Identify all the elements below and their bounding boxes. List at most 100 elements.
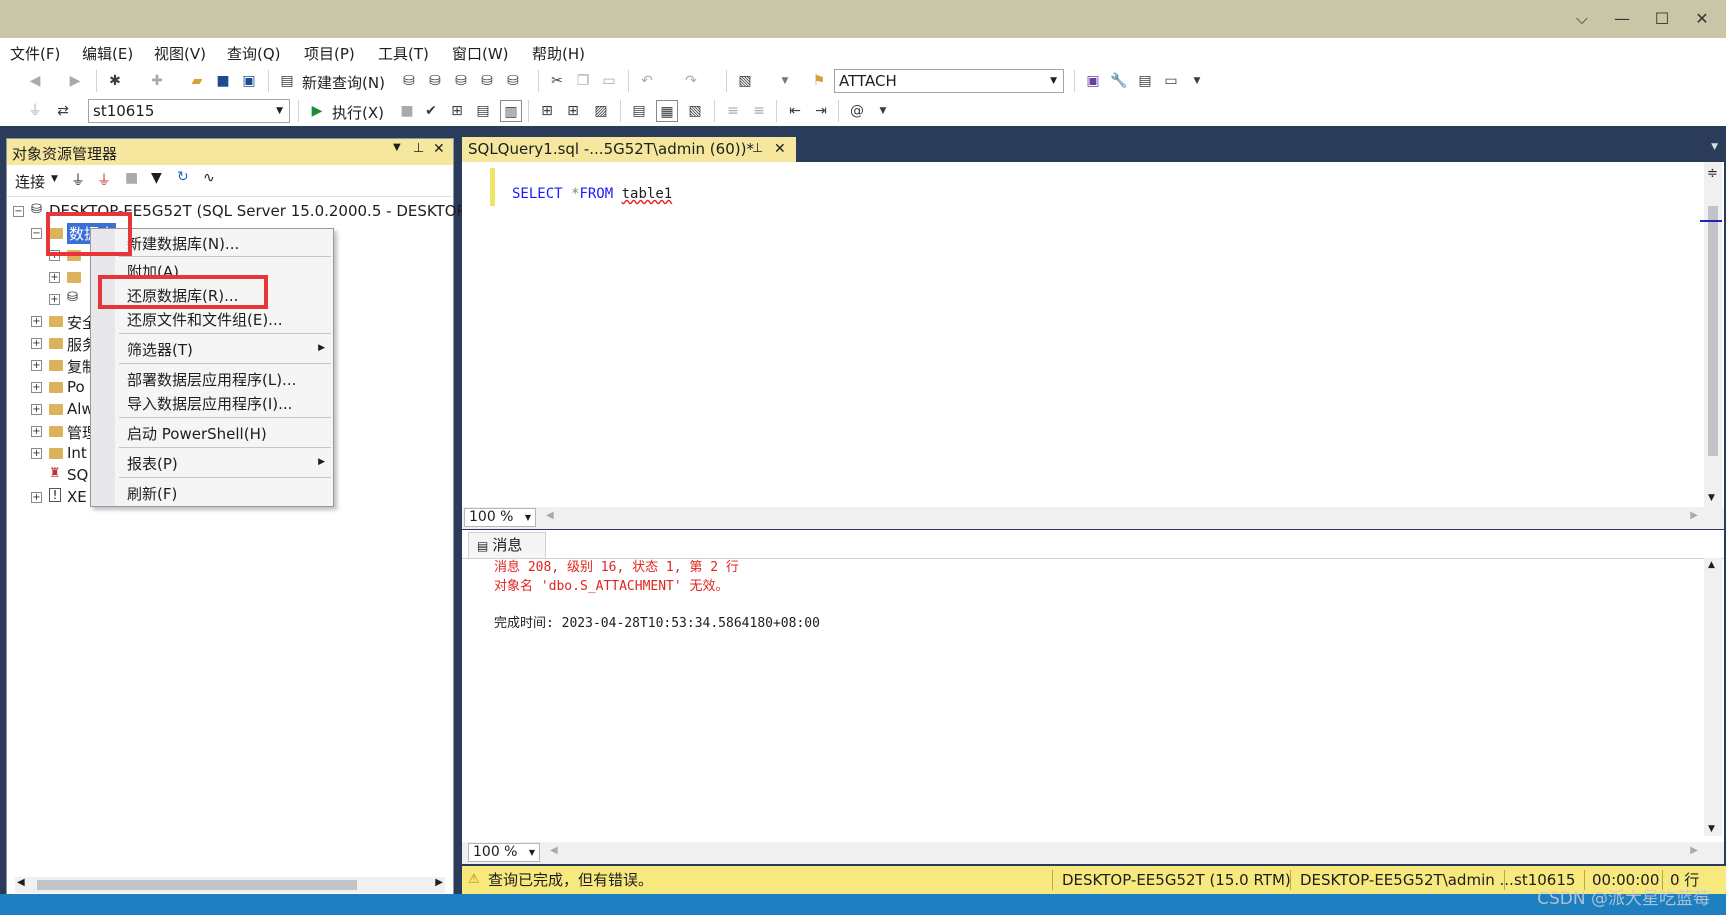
minimize-button[interactable]: —: [1604, 4, 1640, 34]
find-combo[interactable]: ATTACH ▼: [834, 69, 1064, 93]
command-window-icon[interactable]: ▭: [1160, 70, 1182, 92]
scroll-thumb[interactable]: [37, 880, 357, 890]
disconnect-icon[interactable]: ⏚: [97, 170, 111, 190]
maximize-button[interactable]: ☐: [1644, 4, 1680, 34]
menu-window[interactable]: 窗口(W): [452, 43, 509, 64]
scroll-left-icon[interactable]: ◀: [550, 845, 558, 856]
save-all-icon[interactable]: ▣: [238, 70, 260, 92]
editor-vertical-scrollbar[interactable]: ≑ ▼: [1700, 162, 1722, 507]
menu-help[interactable]: 帮助(H): [532, 43, 585, 64]
results-zoom-combo[interactable]: 100 % ▼: [468, 843, 540, 862]
menu-item-restore-files[interactable]: 还原文件和文件组(E)...: [127, 309, 283, 330]
dropdown-arrow-icon[interactable]: ▼: [1186, 70, 1208, 92]
database-combo[interactable]: st10615 ▼: [88, 99, 290, 123]
scroll-right-icon[interactable]: ▶: [1690, 845, 1698, 856]
change-connection-icon[interactable]: ⇄: [52, 100, 74, 122]
expand-icon[interactable]: +: [31, 382, 42, 393]
results-to-text-icon[interactable]: ▤: [628, 100, 650, 122]
menu-item-refresh[interactable]: 刷新(F): [127, 483, 177, 504]
dmx-query-icon[interactable]: ⛁: [450, 70, 472, 92]
execute-button[interactable]: 执行(X): [332, 102, 384, 123]
increase-indent-icon[interactable]: ⇥: [810, 100, 832, 122]
close-button[interactable]: ✕: [1684, 4, 1720, 34]
new-project-icon[interactable]: ✱: [104, 70, 126, 92]
split-icon[interactable]: ≑: [1707, 166, 1718, 181]
collapse-icon[interactable]: −: [13, 206, 24, 217]
wrench-icon[interactable]: 🔧: [1108, 70, 1130, 92]
expand-icon[interactable]: +: [49, 294, 60, 305]
paste-icon[interactable]: ▭: [598, 70, 620, 92]
visual-studio-icon[interactable]: ▣: [1082, 70, 1104, 92]
copy-icon[interactable]: ❐: [572, 70, 594, 92]
menu-tools[interactable]: 工具(T): [378, 43, 429, 64]
expand-icon[interactable]: +: [31, 448, 42, 459]
menu-item-powershell[interactable]: 启动 PowerShell(H): [127, 423, 267, 444]
scroll-right-icon[interactable]: ▶: [435, 877, 443, 888]
live-stats-icon[interactable]: ⊞: [562, 100, 584, 122]
connect-icon[interactable]: ⏚: [71, 170, 85, 190]
find-in-files-icon[interactable]: ⚑: [808, 70, 830, 92]
new-query-button[interactable]: 新建查询(N): [302, 72, 385, 93]
pin-icon[interactable]: ⊥: [752, 137, 763, 161]
scroll-left-icon[interactable]: ◀: [546, 510, 554, 521]
save-icon[interactable]: ■: [212, 70, 234, 92]
scroll-down-icon[interactable]: ▼: [1708, 824, 1715, 834]
results-vertical-scrollbar[interactable]: ▲ ▼: [1704, 558, 1722, 836]
menu-item-reports[interactable]: 报表(P): [127, 453, 178, 474]
add-item-icon[interactable]: ✚: [146, 70, 168, 92]
expand-icon[interactable]: +: [31, 360, 42, 371]
refresh-icon[interactable]: ↻: [177, 169, 189, 185]
connect-button[interactable]: 连接: [15, 171, 45, 192]
chevron-down-icon[interactable]: ⌵: [1564, 4, 1600, 34]
results-to-file-icon[interactable]: ▧: [684, 100, 706, 122]
tab-overflow-icon[interactable]: ▼: [1711, 142, 1718, 152]
chevron-down-icon[interactable]: ▼: [51, 174, 58, 184]
menu-file[interactable]: 文件(F): [10, 43, 60, 64]
filter-icon[interactable]: ▼: [151, 170, 162, 186]
close-tab-icon[interactable]: ✕: [774, 137, 786, 161]
scroll-right-icon[interactable]: ▶: [1690, 510, 1698, 521]
menu-project[interactable]: 项目(P): [304, 43, 355, 64]
results-to-grid-icon[interactable]: ▦: [656, 100, 678, 122]
menu-item-import-dac[interactable]: 导入数据层应用程序(I)...: [127, 393, 292, 414]
forward-icon[interactable]: ▶: [64, 70, 86, 92]
expand-icon[interactable]: +: [31, 316, 42, 327]
query-editor[interactable]: SELECT *FROM table1 ≑ ▼: [462, 162, 1724, 507]
menu-item-deploy-dac[interactable]: 部署数据层应用程序(L)...: [127, 369, 296, 390]
expand-icon[interactable]: +: [49, 272, 60, 283]
back-icon[interactable]: ◀: [24, 70, 46, 92]
parse-icon[interactable]: ✔: [420, 100, 442, 122]
horizontal-scrollbar[interactable]: ◀ ▶: [15, 877, 445, 893]
xmla-query-icon[interactable]: ⛁: [476, 70, 498, 92]
tab-sqlquery1[interactable]: SQLQuery1.sql -...5G52T\admin (60))* ⊥ ✕: [462, 137, 796, 163]
menu-item-new-database[interactable]: 新建数据库(N)...: [127, 233, 239, 254]
activity-icon[interactable]: ∿: [203, 170, 215, 186]
collapse-icon[interactable]: −: [31, 228, 42, 239]
menu-edit[interactable]: 编辑(E): [82, 43, 133, 64]
comment-icon[interactable]: ≡: [722, 100, 744, 122]
actual-plan-icon[interactable]: ⊞: [536, 100, 558, 122]
db-engine-query-icon[interactable]: ⛁: [398, 70, 420, 92]
scroll-left-icon[interactable]: ◀: [17, 877, 25, 888]
tab-messages[interactable]: ▤ 消息: [468, 532, 546, 558]
expand-icon[interactable]: +: [31, 426, 42, 437]
close-panel-icon[interactable]: ✕: [433, 141, 445, 157]
pin-icon[interactable]: ⊥: [413, 141, 424, 156]
dropdown-arrow-icon[interactable]: ▼: [774, 70, 796, 92]
new-query-icon[interactable]: ▤: [276, 70, 298, 92]
scroll-down-icon[interactable]: ▼: [1708, 493, 1715, 503]
menu-view[interactable]: 视图(V): [154, 43, 206, 64]
scroll-up-icon[interactable]: ▲: [1708, 560, 1715, 570]
expand-icon[interactable]: +: [31, 404, 42, 415]
estimated-plan-icon[interactable]: ⊞: [446, 100, 468, 122]
connect-icon[interactable]: ⏚: [24, 100, 46, 122]
query-options-icon[interactable]: ▤: [472, 100, 494, 122]
toolbox-icon[interactable]: ▤: [1134, 70, 1156, 92]
scroll-thumb[interactable]: [1708, 206, 1718, 456]
uncomment-icon[interactable]: ≡: [748, 100, 770, 122]
stop-icon[interactable]: ■: [125, 170, 138, 186]
activity-monitor-icon[interactable]: ▧: [734, 70, 756, 92]
specify-values-icon[interactable]: @: [846, 100, 868, 122]
redo-icon[interactable]: ↷: [680, 70, 702, 92]
window-position-icon[interactable]: ▼: [393, 142, 401, 153]
